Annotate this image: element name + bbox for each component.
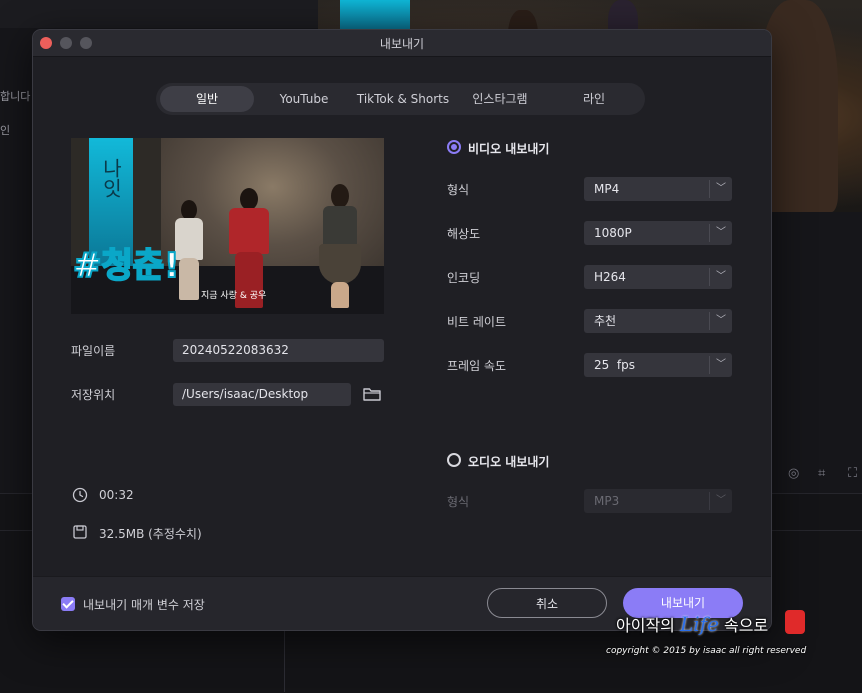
folder-icon[interactable] bbox=[362, 385, 382, 403]
frame-rate-label: 프레임 속도 bbox=[447, 359, 507, 373]
crop-icon[interactable]: ⌗ bbox=[818, 466, 825, 481]
chevron-down-icon: ﹀ bbox=[716, 359, 726, 370]
tab-tiktok-shorts[interactable]: TikTok & Shorts bbox=[352, 86, 454, 112]
save-location-label: 저장위치 bbox=[71, 388, 116, 402]
video-export-title: 비디오 내보내기 bbox=[468, 142, 550, 156]
video-preview-thumbnail: 나잇 #청춘! 지금 사랑 & 공우 bbox=[71, 138, 384, 314]
bitrate-label: 비트 레이트 bbox=[447, 315, 507, 329]
preview-hashtag: #청춘! bbox=[72, 245, 181, 287]
cancel-button[interactable]: 취소 bbox=[487, 588, 607, 618]
watermark-text: 아이작의 Life 속으로 bbox=[616, 612, 769, 636]
frame-rate-select[interactable]: 25 fps ﹀ bbox=[584, 353, 732, 377]
tab-general[interactable]: 일반 bbox=[160, 86, 254, 112]
export-target-tabs: 일반 YouTube TikTok & Shorts 인스타그램 라인 bbox=[156, 83, 645, 115]
format-label: 형식 bbox=[447, 183, 470, 197]
chevron-down-icon: ﹀ bbox=[716, 227, 726, 238]
export-dialog: 내보내기 일반 YouTube TikTok & Shorts 인스타그램 라인… bbox=[32, 29, 772, 631]
resolution-label: 해상도 bbox=[447, 227, 481, 241]
watermark-seal bbox=[785, 610, 805, 634]
bitrate-select[interactable]: 추천 ﹀ bbox=[584, 309, 732, 333]
dialog-titlebar: 내보내기 bbox=[33, 30, 771, 57]
format-select[interactable]: MP4 ﹀ bbox=[584, 177, 732, 201]
watermark-copyright: copyright © 2015 by isaac all right rese… bbox=[606, 646, 807, 656]
save-params-label: 내보내기 매개 변수 저장 bbox=[83, 598, 205, 612]
chevron-down-icon: ﹀ bbox=[716, 315, 726, 326]
preview-person-3 bbox=[315, 184, 365, 308]
encoding-select[interactable]: H264 ﹀ bbox=[584, 265, 732, 289]
resolution-select[interactable]: 1080P ﹀ bbox=[584, 221, 732, 245]
background-left-text-1: 합니다 bbox=[0, 90, 31, 103]
duration-value: 00:32 bbox=[99, 488, 134, 502]
video-export-radio[interactable] bbox=[447, 140, 461, 154]
tab-line[interactable]: 라인 bbox=[548, 86, 640, 112]
audio-export-radio[interactable] bbox=[447, 453, 461, 467]
preview-caption: 지금 사랑 & 공우 bbox=[201, 291, 267, 301]
chevron-down-icon: ﹀ bbox=[716, 271, 726, 282]
save-params-checkbox[interactable] bbox=[61, 597, 75, 611]
audio-format-select[interactable]: MP3 ﹀ bbox=[584, 489, 732, 513]
encoding-label: 인코딩 bbox=[447, 271, 481, 285]
background-left-text-2: 인 bbox=[0, 124, 11, 137]
save-location-input[interactable]: /Users/isaac/Desktop bbox=[173, 383, 351, 406]
tab-youtube[interactable]: YouTube bbox=[258, 86, 350, 112]
audio-format-label: 형식 bbox=[447, 495, 470, 509]
clock-icon bbox=[72, 487, 88, 503]
snapshot-icon[interactable]: ◎ bbox=[788, 466, 799, 481]
chevron-down-icon: ﹀ bbox=[716, 495, 726, 506]
fullscreen-icon[interactable]: ⛶ bbox=[848, 466, 857, 481]
estimated-size-value: 32.5MB (추정수치) bbox=[99, 527, 202, 541]
audio-export-title: 오디오 내보내기 bbox=[468, 455, 550, 469]
file-size-icon bbox=[73, 525, 87, 539]
tab-instagram[interactable]: 인스타그램 bbox=[456, 86, 544, 112]
chevron-down-icon: ﹀ bbox=[716, 183, 726, 194]
dialog-title: 내보내기 bbox=[379, 37, 425, 51]
file-name-input[interactable]: 20240522083632 bbox=[173, 339, 384, 362]
file-name-label: 파일이름 bbox=[71, 344, 116, 358]
